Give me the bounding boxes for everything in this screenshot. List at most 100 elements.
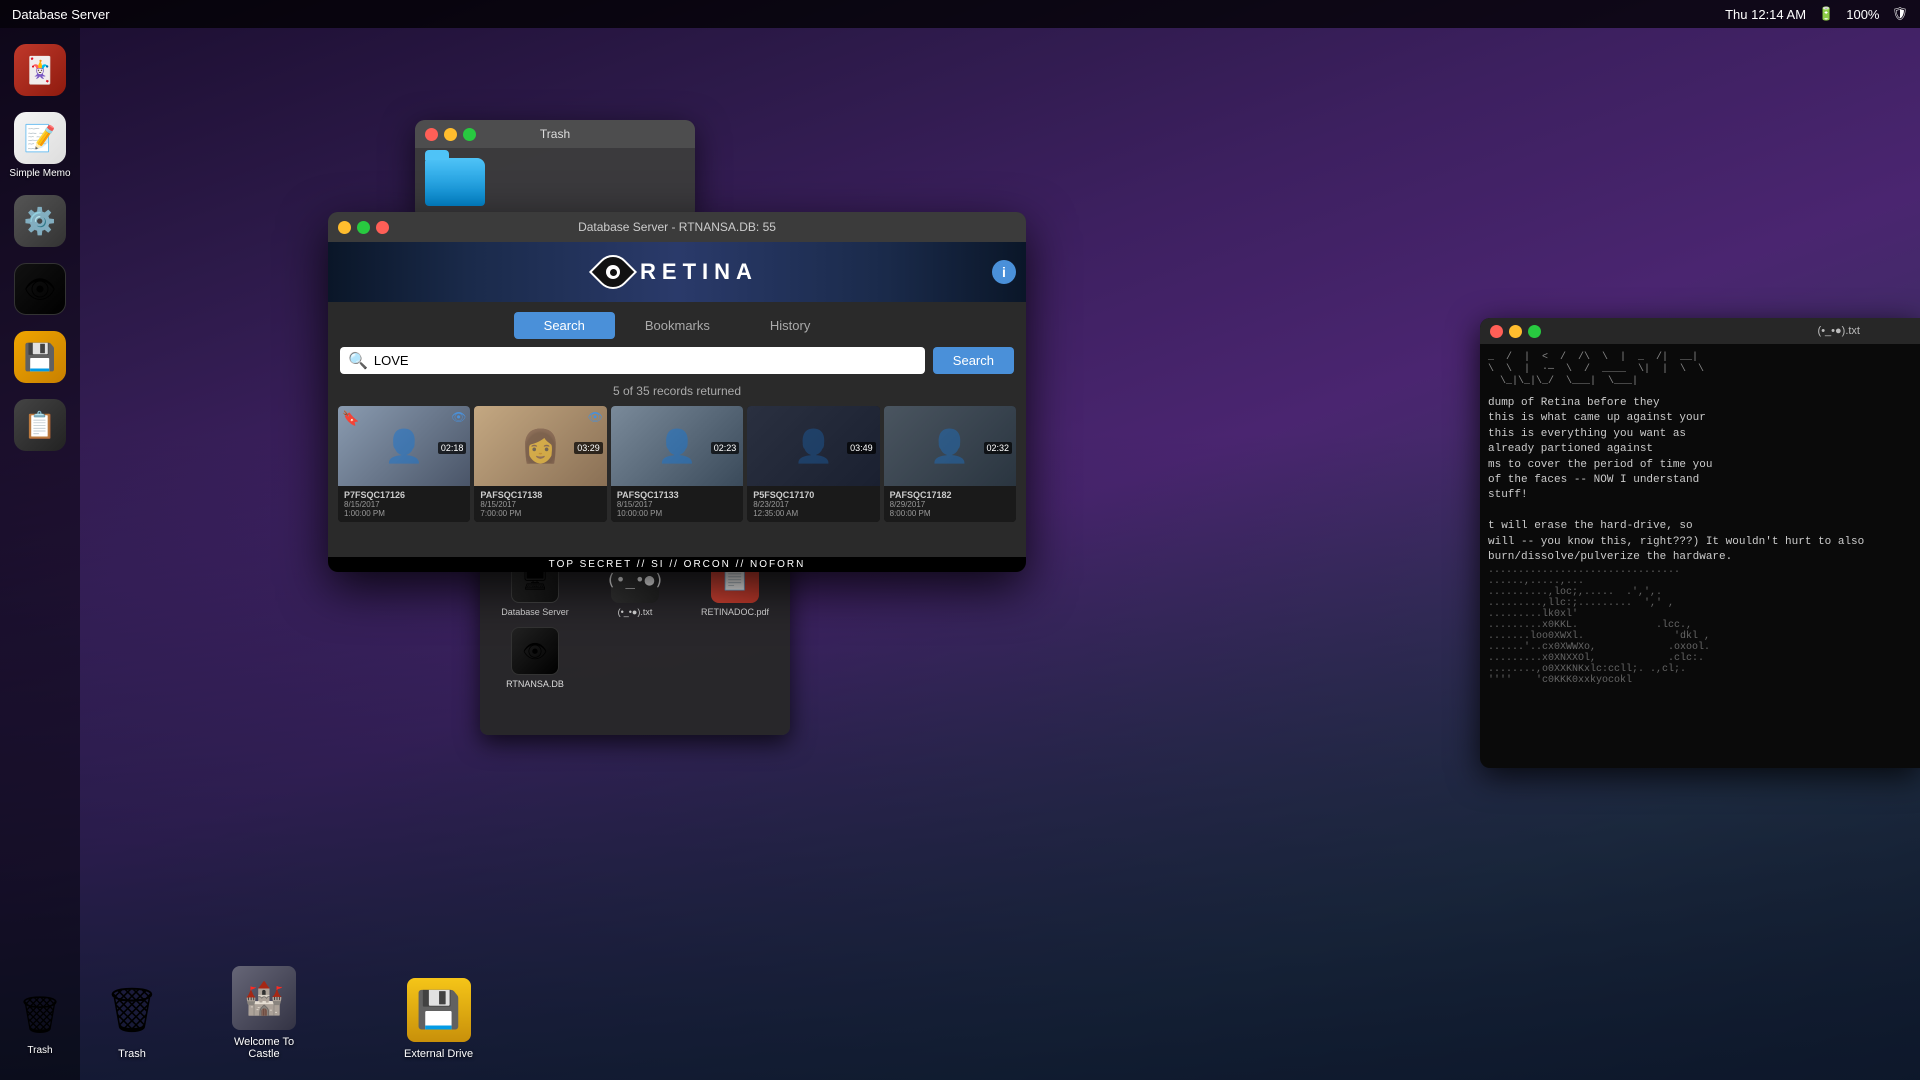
menubar-right: Thu 12:14 AM 🔋 100% 🛡 — [1725, 6, 1908, 22]
classified-banner: TOP SECRET // SI // ORCON // NOFORN — [328, 557, 1026, 572]
thumb-img-1: 🔖 👁 👤 02:18 — [338, 406, 470, 486]
terminal-close-btn[interactable] — [1490, 325, 1503, 338]
trash-min-btn[interactable] — [444, 128, 457, 141]
desktop-welcome-label: Welcome To Castle — [224, 1036, 304, 1060]
dock-icon-hdd: 💾 — [14, 331, 66, 383]
tab-bookmarks[interactable]: Bookmarks — [615, 312, 740, 339]
thumb-id-1: P7FSQC17126 — [344, 490, 464, 500]
battery-icon: 🔋 — [1818, 6, 1834, 22]
app-title: Database Server — [12, 7, 110, 22]
dock-item-eye[interactable]: 👁 — [10, 259, 70, 319]
thumb-duration-5: 02:32 — [984, 442, 1013, 454]
db-close-btn[interactable] — [376, 221, 389, 234]
db-titlebar: Database Server - RTNANSA.DB: 55 — [328, 212, 1026, 242]
thumb-time-4: 12:35:00 AM — [753, 509, 873, 518]
file-browser-window: 🖥 Database Server (•_•●) (•_•●).txt 📄 RE… — [480, 545, 790, 735]
thumb-time-5: 8:00:00 PM — [890, 509, 1010, 518]
db-thumbnails: 🔖 👁 👤 02:18 P7FSQC17126 8/15/2017 1:00:0… — [328, 406, 1026, 532]
thumbnail-2[interactable]: 👁 👩 03:29 PAFSQC17138 8/15/2017 7:00:00 … — [474, 406, 606, 522]
thumb-duration-2: 03:29 — [574, 442, 603, 454]
file-label-pdf: RETINADOC.pdf — [701, 607, 769, 617]
thumb-duration-1: 02:18 — [438, 442, 467, 454]
dock-item-cards[interactable]: 🃏 — [10, 40, 70, 100]
db-title: Database Server - RTNANSA.DB: 55 — [578, 220, 776, 234]
terminal-body[interactable]: _ / | < / /\ \ | _ /| __| \ \ | ·— \ / _… — [1480, 344, 1920, 768]
retina-logo: RETINA — [596, 255, 758, 289]
trash-max-btn[interactable] — [463, 128, 476, 141]
desktop-trash-img: 🗑 — [100, 978, 164, 1042]
search-button[interactable]: Search — [933, 347, 1014, 374]
terminal-min-btn[interactable] — [1509, 325, 1522, 338]
dock-item-notepad[interactable]: 📋 — [10, 395, 70, 455]
dock: 🃏 📝 Simple Memo ⚙️ 👁 💾 📋 🗑 — [0, 28, 80, 1080]
terminal-text: dump of Retina before they this is what … — [1488, 396, 1912, 565]
thumb-img-4: 👤 03:49 — [747, 406, 879, 486]
records-count: 5 of 35 records returned — [328, 382, 1026, 406]
thumb-meta-4: P5FSQC17170 8/23/2017 12:35:00 AM — [747, 486, 879, 522]
desktop-welcome-img: 🏰 — [232, 966, 296, 1030]
trash-folder-icon — [425, 158, 485, 206]
file-label-db-server: Database Server — [501, 607, 569, 617]
dock-icon-memo: 📝 — [14, 112, 66, 164]
dock-icon-notepad: 📋 — [14, 399, 66, 451]
thumb-id-5: PAFSQC17182 — [890, 490, 1010, 500]
trash-title: Trash — [540, 127, 570, 141]
terminal-art: _ / | < / /\ \ | _ /| __| \ \ | ·— \ / _… — [1488, 352, 1912, 388]
search-input[interactable] — [374, 347, 917, 374]
dock-item-memo[interactable]: 📝 Simple Memo — [5, 108, 74, 183]
desktop-trash-icon[interactable]: 🗑 Trash — [100, 978, 164, 1060]
dock-icon-eye: 👁 — [14, 263, 66, 315]
db-search-wrapper: 🔍 — [340, 347, 925, 374]
thumb-eye-2: 👁 — [588, 410, 603, 424]
terminal-max-btn[interactable] — [1528, 325, 1541, 338]
menubar: Database Server Thu 12:14 AM 🔋 100% 🛡 — [0, 0, 1920, 28]
thumb-date-1: 8/15/2017 — [344, 500, 464, 509]
thumbnail-3[interactable]: 👤 02:23 PAFSQC17133 8/15/2017 10:00:00 P… — [611, 406, 743, 522]
file-item-rtnansa[interactable]: 👁 RTNANSA.DB — [490, 627, 580, 689]
db-window-controls — [338, 221, 389, 234]
dock-icon-gear: ⚙️ — [14, 195, 66, 247]
desktop-welcome-icon[interactable]: 🏰 Welcome To Castle — [224, 966, 304, 1060]
file-icon-rtnansa: 👁 — [511, 627, 559, 675]
dock-item-gear[interactable]: ⚙️ — [10, 191, 70, 251]
dock-item-hdd[interactable]: 💾 — [10, 327, 70, 387]
db-min-btn[interactable] — [338, 221, 351, 234]
search-icon: 🔍 — [348, 351, 368, 371]
thumb-img-2: 👁 👩 03:29 — [474, 406, 606, 486]
retina-eye-icon — [596, 255, 630, 289]
thumb-time-2: 7:00:00 PM — [480, 509, 600, 518]
thumb-date-4: 8/23/2017 — [753, 500, 873, 509]
dock-icon-cards: 🃏 — [14, 44, 66, 96]
thumbnail-5[interactable]: 👤 02:32 PAFSQC17182 8/29/2017 8:00:00 PM — [884, 406, 1016, 522]
thumbnail-4[interactable]: 👤 03:49 P5FSQC17170 8/23/2017 12:35:00 A… — [747, 406, 879, 522]
thumb-id-3: PAFSQC17133 — [617, 490, 737, 500]
file-label-rtnansa: RTNANSA.DB — [506, 679, 564, 689]
tab-history[interactable]: History — [740, 312, 840, 339]
dock-label-trash: Trash — [27, 1045, 52, 1056]
desktop-trash-label: Trash — [118, 1048, 146, 1060]
thumb-bookmark-1: 🔖 — [342, 410, 359, 427]
tab-search[interactable]: Search — [514, 312, 615, 339]
trash-window-controls — [425, 128, 476, 141]
terminal-window-controls — [1490, 325, 1541, 338]
desktop-extdrive-img: 💾 — [407, 978, 471, 1042]
thumb-id-2: PAFSQC17138 — [480, 490, 600, 500]
db-max-btn[interactable] — [357, 221, 370, 234]
retina-header: RETINA i — [328, 242, 1026, 302]
db-tabs: Search Bookmarks History — [328, 302, 1026, 347]
trash-close-btn[interactable] — [425, 128, 438, 141]
desktop-bottom-icons: 🗑 Trash 🏰 Welcome To Castle 💾 External D… — [100, 966, 473, 1060]
terminal-titlebar: (•_•●).txt — [1480, 318, 1920, 344]
thumb-meta-2: PAFSQC17138 8/15/2017 7:00:00 PM — [474, 486, 606, 522]
thumb-duration-4: 03:49 — [847, 442, 876, 454]
thumb-date-3: 8/15/2017 — [617, 500, 737, 509]
thumb-id-4: P5FSQC17170 — [753, 490, 873, 500]
desktop-extdrive-label: External Drive — [404, 1048, 473, 1060]
terminal-window: (•_•●).txt _ / | < / /\ \ | _ /| __| \ \… — [1480, 318, 1920, 768]
thumb-time-1: 1:00:00 PM — [344, 509, 464, 518]
desktop-extdrive-icon[interactable]: 💾 External Drive — [404, 978, 473, 1060]
dock-label-memo: Simple Memo — [9, 168, 70, 179]
retina-info-btn[interactable]: i — [992, 260, 1016, 284]
thumbnail-1[interactable]: 🔖 👁 👤 02:18 P7FSQC17126 8/15/2017 1:00:0… — [338, 406, 470, 522]
dock-item-trash[interactable]: 🗑 Trash — [10, 985, 70, 1060]
